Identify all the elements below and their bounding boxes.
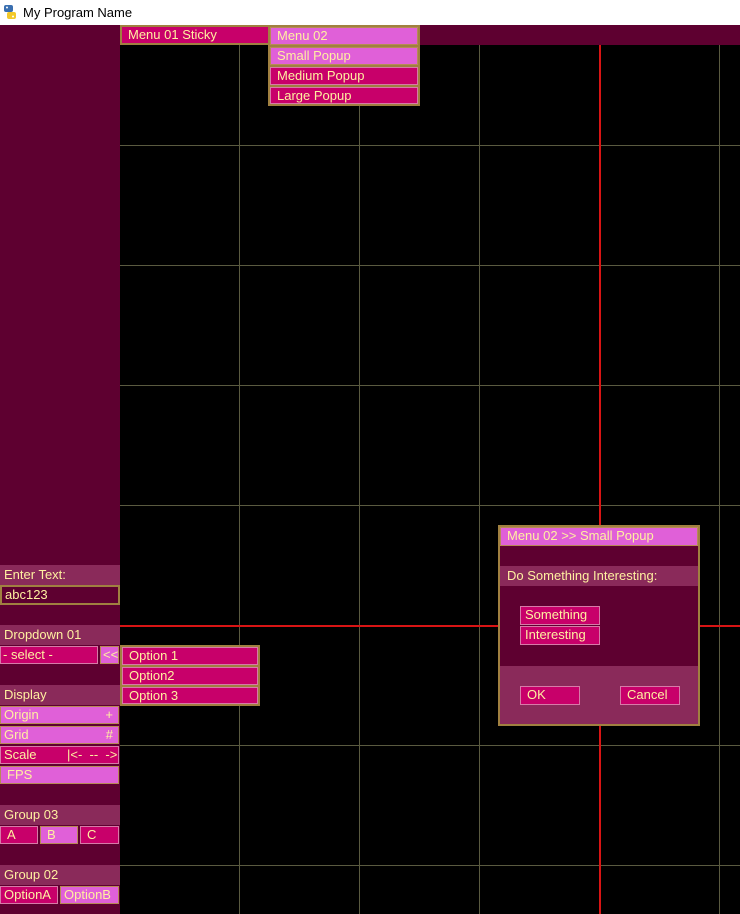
dropdown-label: Dropdown 01 [0,625,120,645]
scale-arrows-icon: |<- -- ->| [67,747,119,762]
grid-line [120,505,740,506]
group-03-label: Group 03 [0,805,120,825]
fps-toggle[interactable]: FPS [0,766,119,784]
menu-item-small-popup[interactable]: Small Popup [270,47,418,65]
plus-icon: + [105,707,113,722]
popup-heading: Do Something Interesting: [500,566,698,586]
something-button[interactable]: Something [520,606,600,625]
grid-line [120,385,740,386]
grid-line [719,45,720,914]
dropdown-toggle-button[interactable]: << [100,646,119,664]
origin-label: Origin [4,707,39,722]
group-02-label: Group 02 [0,865,120,885]
dropdown-select[interactable]: - select - [0,646,98,664]
hash-icon: # [105,727,113,742]
python-icon [4,5,16,19]
window-title: My Program Name [23,5,133,20]
grid-line [239,45,240,914]
ok-button[interactable]: OK [520,686,580,705]
dropdown-options-list: Option 1 Option2 Option 3 [120,645,260,706]
y-axis-line [599,45,601,914]
menu-02-dropdown: Menu 02 Small Popup Medium Popup Large P… [268,25,420,106]
grid-canvas[interactable] [120,45,740,914]
group-03-button-a[interactable]: A [0,826,38,844]
grid-label: Grid [4,727,29,742]
popup-spacer [500,546,698,566]
menu-item-medium-popup[interactable]: Medium Popup [270,67,418,85]
scale-control[interactable]: Scale |<- -- ->| [0,746,119,764]
menu-item-large-popup[interactable]: Large Popup [270,87,418,104]
group-02-option-a[interactable]: OptionA [0,886,58,904]
popup-title-bar[interactable]: Menu 02 >> Small Popup [500,527,698,546]
menu-01-sticky[interactable]: Menu 01 Sticky [120,25,270,45]
display-label: Display [0,685,120,705]
grid-line [359,45,360,914]
enter-text-label: Enter Text: [0,565,120,585]
grid-line [120,865,740,866]
small-popup-dialog: Menu 02 >> Small Popup Do Something Inte… [498,525,700,726]
group-02-option-b[interactable]: OptionB [60,886,119,904]
interesting-button[interactable]: Interesting [520,626,600,645]
cancel-button[interactable]: Cancel [620,686,680,705]
grid-line [479,45,480,914]
grid-line [120,145,740,146]
dropdown-option-3[interactable]: Option 3 [122,687,258,704]
grid-line [120,265,740,266]
group-03-button-b[interactable]: B [40,826,78,844]
window-titlebar: My Program Name [0,0,740,25]
origin-toggle[interactable]: Origin + [0,706,119,724]
group-03-button-c[interactable]: C [80,826,119,844]
scale-label: Scale [4,747,37,762]
grid-toggle[interactable]: Grid # [0,726,119,744]
grid-line [120,745,740,746]
text-input[interactable]: abc123 [0,585,120,605]
menu-02-button[interactable]: Menu 02 [270,27,418,45]
dropdown-option-1[interactable]: Option 1 [122,647,258,665]
dropdown-option-2[interactable]: Option2 [122,667,258,685]
